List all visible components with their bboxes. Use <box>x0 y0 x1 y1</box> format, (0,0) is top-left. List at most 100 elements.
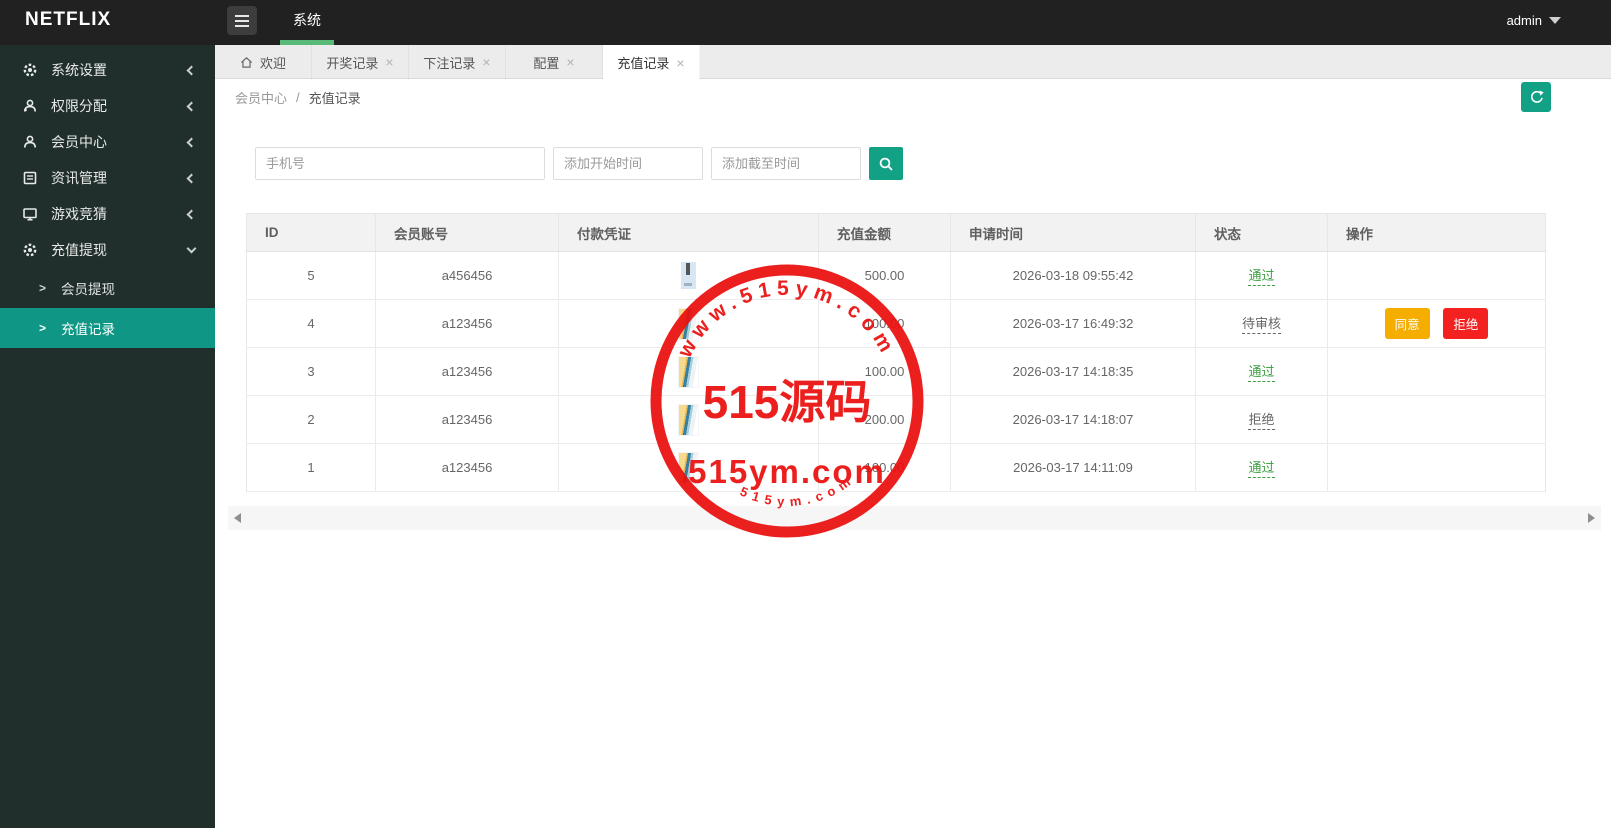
search-button[interactable] <box>869 147 903 180</box>
cell-status: 待审核 <box>1195 299 1328 348</box>
sidebar-item-label: 充值提现 <box>51 242 107 258</box>
logo: NETFLIX <box>25 9 112 30</box>
cell-voucher <box>558 347 819 396</box>
table-row: 2 a123456 200.00 2026-03-17 14:18:07 拒绝 <box>246 395 1546 444</box>
home-icon <box>240 56 252 68</box>
tab-config[interactable]: 配置 × <box>506 45 603 79</box>
close-icon[interactable]: × <box>566 55 574 69</box>
horizontal-scrollbar[interactable] <box>228 506 1601 530</box>
sidebar-item-system-settings[interactable]: 系统设置 <box>0 52 215 88</box>
sidebar-item-recharge-withdraw[interactable]: 充值提现 <box>0 232 215 268</box>
cell-status: 通过 <box>1195 251 1328 300</box>
status-badge: 通过 <box>1248 265 1275 286</box>
cell-id: 2 <box>246 395 376 444</box>
status-badge: 待审核 <box>1241 313 1281 334</box>
cell-id: 3 <box>246 347 376 396</box>
tabbar: 欢迎 开奖记录 × 下注记录 × 配置 × 充值记录 × <box>215 45 1611 80</box>
sidebar-subitem-recharge-records[interactable]: > 充值记录 <box>0 308 215 348</box>
col-header-voucher: 付款凭证 <box>558 213 819 252</box>
tab-recharge-records[interactable]: 充值记录 × <box>603 45 700 80</box>
tab-label: 充值记录 <box>617 56 670 71</box>
voucher-thumbnail[interactable] <box>681 262 696 289</box>
sidebar-item-member-center[interactable]: 会员中心 <box>0 124 215 160</box>
chevron-left-icon <box>186 65 197 75</box>
chevron-left-icon <box>186 209 197 219</box>
chevron-left-icon <box>186 137 197 147</box>
scroll-right-icon[interactable] <box>1588 513 1595 523</box>
breadcrumb-current: 充值记录 <box>308 90 361 106</box>
breadcrumb-parent[interactable]: 会员中心 <box>235 88 287 107</box>
cell-status: 拒绝 <box>1195 395 1328 444</box>
close-icon[interactable]: × <box>676 56 684 70</box>
cell-actions <box>1327 443 1546 492</box>
sidebar-item-label: 权限分配 <box>51 98 107 114</box>
arrow-right-icon: > <box>39 281 47 295</box>
cell-amount: 500.00 <box>818 251 951 300</box>
sidebar-item-news[interactable]: 资讯管理 <box>0 160 215 196</box>
table-row: 3 a123456 100.00 2026-03-17 14:18:35 通过 <box>246 347 1546 396</box>
col-header-actions: 操作 <box>1327 213 1546 252</box>
tab-welcome[interactable]: 欢迎 <box>215 45 312 79</box>
cell-apply-time: 2026-03-17 16:49:32 <box>950 299 1196 348</box>
voucher-thumbnail[interactable] <box>679 356 698 387</box>
status-badge: 通过 <box>1248 457 1275 478</box>
status-badge: 通过 <box>1248 361 1275 382</box>
cell-status: 通过 <box>1195 347 1328 396</box>
cell-apply-time: 2026-03-17 14:18:35 <box>950 347 1196 396</box>
close-icon[interactable]: × <box>482 55 490 69</box>
gear-icon <box>23 243 37 257</box>
cell-actions <box>1327 395 1546 444</box>
cell-account: a123456 <box>375 299 559 348</box>
news-icon <box>23 171 37 185</box>
cell-id: 5 <box>246 251 376 300</box>
tab-bet-records[interactable]: 下注记录 × <box>409 45 506 79</box>
scroll-left-icon[interactable] <box>234 513 241 523</box>
tab-label: 配置 <box>533 55 560 71</box>
recharge-table: ID 会员账号 付款凭证 充值金额 申请时间 状态 操作 5 a456456 5… <box>246 213 1546 492</box>
voucher-thumbnail[interactable] <box>679 452 698 483</box>
breadcrumb-row: 会员中心 / 充值记录 <box>215 80 1611 114</box>
sidebar-item-label: 游戏竞猜 <box>51 206 107 222</box>
cell-status: 通过 <box>1195 443 1328 492</box>
tab-label: 欢迎 <box>259 55 286 71</box>
voucher-thumbnail[interactable] <box>679 404 698 435</box>
refresh-button[interactable] <box>1521 82 1551 112</box>
admin-app: NETFLIX 系统 admin 系统设置 权限分配 会员中心 资讯管理 游戏竞… <box>0 0 1611 828</box>
username: admin <box>1506 12 1542 28</box>
sidebar-item-permissions[interactable]: 权限分配 <box>0 88 215 124</box>
breadcrumb: 会员中心 / 充值记录 <box>235 80 361 114</box>
topnav-label: 系统 <box>293 12 321 28</box>
col-header-status: 状态 <box>1195 213 1328 252</box>
status-badge: 拒绝 <box>1248 409 1275 430</box>
chevron-left-icon <box>186 101 197 111</box>
sidebar-toggle-button[interactable] <box>227 6 257 35</box>
sidebar-item-game[interactable]: 游戏竞猜 <box>0 196 215 232</box>
cell-account: a123456 <box>375 443 559 492</box>
chevron-down-icon <box>1549 16 1561 24</box>
start-time-input[interactable] <box>553 147 703 180</box>
cell-apply-time: 2026-03-17 14:11:09 <box>950 443 1196 492</box>
cell-amount: 100.00 <box>818 443 951 492</box>
cell-actions: 同意 拒绝 <box>1327 299 1546 348</box>
cell-amount: 100.00 <box>818 299 951 348</box>
chevron-down-icon <box>186 243 197 254</box>
tab-label: 下注记录 <box>423 55 476 71</box>
phone-input[interactable] <box>255 147 545 180</box>
gear-icon <box>23 63 37 77</box>
voucher-thumbnail[interactable] <box>679 308 698 339</box>
tab-lottery-records[interactable]: 开奖记录 × <box>312 45 409 79</box>
sidebar-subitem-member-withdraw[interactable]: > 会员提现 <box>0 268 215 308</box>
approve-button[interactable]: 同意 <box>1384 308 1430 339</box>
table-row: 4 a123456 100.00 2026-03-17 16:49:32 待审核… <box>246 299 1546 348</box>
cell-account: a123456 <box>375 347 559 396</box>
active-nav-underline <box>280 40 334 45</box>
end-time-input[interactable] <box>711 147 861 180</box>
reject-button[interactable]: 拒绝 <box>1443 308 1489 339</box>
cell-amount: 200.00 <box>818 395 951 444</box>
content-area: 欢迎 开奖记录 × 下注记录 × 配置 × 充值记录 × 会员中心 / 充值记录… <box>215 45 1611 828</box>
table-row: 5 a456456 500.00 2026-03-18 09:55:42 通过 <box>246 251 1546 300</box>
user-menu[interactable]: admin <box>1507 0 1561 40</box>
topnav-item-system[interactable]: 系统 <box>280 0 334 45</box>
topbar: NETFLIX 系统 admin <box>0 0 1611 45</box>
close-icon[interactable]: × <box>385 55 393 69</box>
